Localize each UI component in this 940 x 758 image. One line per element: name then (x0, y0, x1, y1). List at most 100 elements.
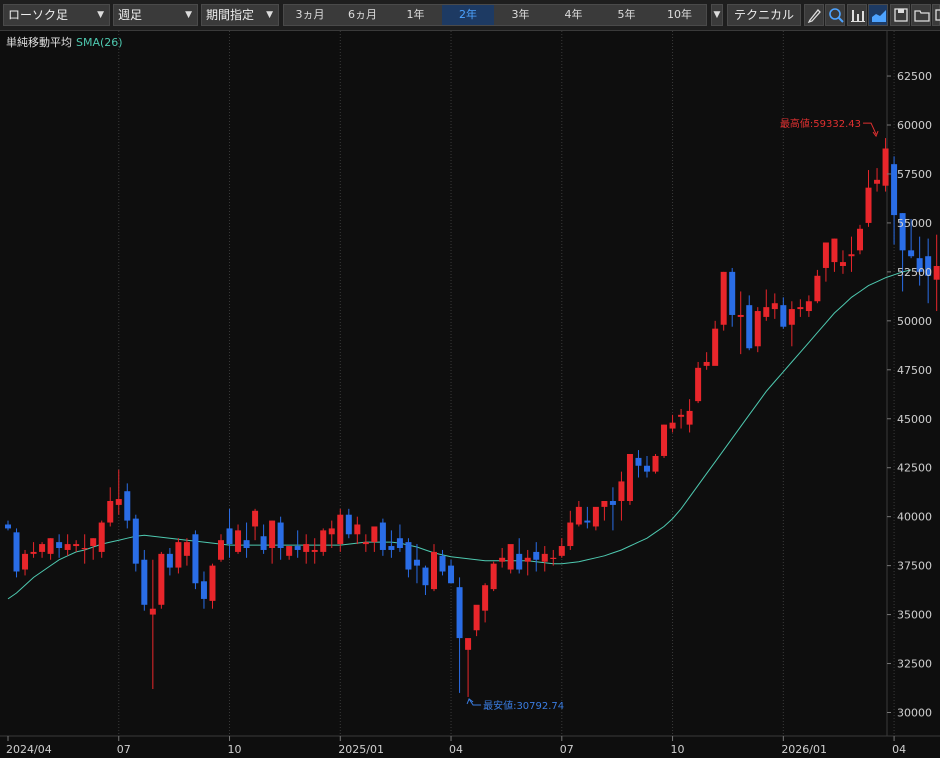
candle-body (465, 638, 472, 650)
candle-up (686, 399, 693, 433)
candle-body (874, 179, 881, 184)
candle-up (848, 236, 855, 272)
candle-up (209, 563, 216, 609)
candle-body (56, 542, 63, 548)
period-more-dropdown[interactable]: ▼ (711, 4, 723, 26)
period-mode-dropdown[interactable]: 期間指定 ▼ (201, 4, 279, 26)
area-chart-icon (872, 10, 886, 22)
candle-body (277, 522, 284, 548)
candle-body (107, 501, 114, 523)
candle-body (618, 481, 625, 501)
candle-body (5, 524, 11, 529)
candle-body (405, 542, 412, 570)
technical-button[interactable]: テクニカル (727, 4, 801, 26)
x-tick-label: 2025/01 (338, 743, 384, 756)
period-6m-button[interactable]: 6ヵ月 (336, 5, 389, 25)
candle-body (865, 187, 872, 223)
candles-layer (5, 138, 940, 697)
candle-down (260, 524, 267, 554)
interval-dropdown[interactable]: 週足 ▼ (113, 4, 198, 26)
candle-down (141, 549, 148, 611)
folder-button[interactable] (911, 4, 931, 26)
candlestick-chart[interactable]: 30000 32500 35000 37500 40000 42500 45000 47500… (0, 31, 940, 758)
save-button[interactable] (890, 4, 910, 26)
candle-body (413, 559, 420, 566)
candle-up (865, 170, 872, 227)
candle-body (235, 530, 242, 552)
candle-up (354, 516, 361, 545)
candle-down (396, 524, 403, 552)
candle-up (431, 544, 437, 592)
candle-body (652, 455, 659, 472)
save-icon (894, 8, 908, 22)
candle-down (405, 538, 412, 578)
candle-up (661, 424, 668, 458)
interval-label: 週足 (118, 8, 143, 22)
zoom-icon (829, 8, 844, 23)
candle-body (848, 254, 855, 257)
candle-body (644, 465, 650, 472)
candle-down (533, 542, 540, 572)
candle-body (439, 555, 446, 572)
chart-toolbar: ローソク足 ▼ 週足 ▼ 期間指定 ▼ 3ヵ月 6ヵ月 1年 2年 3年 4年 … (0, 0, 940, 31)
candle-body (328, 528, 335, 535)
candle-body (175, 542, 182, 568)
candle-body (908, 250, 915, 257)
chevron-down-icon: ▼ (97, 10, 104, 20)
candle-down (192, 530, 199, 590)
candle-body (252, 510, 259, 527)
period-2y-button[interactable]: 2年 (442, 5, 494, 25)
candle-up (703, 352, 710, 370)
chart-type-dropdown[interactable]: ローソク足 ▼ (3, 4, 110, 26)
candle-body (839, 262, 846, 266)
candle-body (482, 585, 489, 611)
candle-up (507, 544, 514, 574)
candle-body (780, 305, 787, 327)
y-tick-label: 35000 (897, 609, 932, 622)
candle-up (720, 271, 727, 331)
candle-up (592, 506, 599, 531)
candle-down (5, 520, 11, 531)
chevron-down-icon: ▼ (266, 10, 273, 20)
period-10y-button[interactable]: 10年 (653, 5, 706, 25)
candle-body (788, 309, 795, 325)
candle-body (456, 587, 463, 639)
x-tick-label: 10 (228, 743, 242, 756)
candle-body (354, 524, 361, 535)
candle-up (90, 538, 97, 560)
candle-up (831, 238, 838, 272)
y-tick-label: 30000 (897, 707, 932, 720)
candle-down (780, 297, 787, 329)
candle-body (39, 544, 46, 552)
pencil-icon (807, 9, 821, 23)
pencil-button[interactable] (804, 4, 824, 26)
candle-down (644, 455, 650, 478)
copy-button[interactable] (932, 4, 940, 26)
candle-up (575, 501, 582, 527)
candle-body (550, 557, 557, 559)
area-chart-button[interactable] (868, 4, 888, 26)
sma-layer (7, 269, 912, 600)
period-3y-button[interactable]: 3年 (494, 5, 547, 25)
candle-body (209, 565, 216, 601)
y-tick-label: 55000 (897, 217, 932, 230)
volume-bars-button[interactable] (847, 4, 867, 26)
candle-up (311, 538, 318, 564)
period-1y-button[interactable]: 1年 (389, 5, 442, 25)
candle-body (13, 532, 20, 572)
period-4y-button[interactable]: 4年 (547, 5, 600, 25)
zoom-button[interactable] (825, 4, 845, 26)
candle-down (584, 506, 591, 529)
chevron-down-icon: ▼ (713, 10, 721, 20)
y-tick-label: 62500 (897, 70, 932, 83)
period-3m-button[interactable]: 3ヵ月 (284, 5, 336, 25)
x-tick-label: 07 (560, 743, 574, 756)
period-5y-button[interactable]: 5年 (600, 5, 653, 25)
x-tick-label: 04 (892, 743, 906, 756)
candle-down (277, 516, 284, 560)
candle-body (226, 528, 233, 545)
candle-up (252, 508, 259, 541)
candle-body (448, 565, 455, 584)
sma-line (7, 269, 912, 600)
candle-down (729, 267, 736, 327)
